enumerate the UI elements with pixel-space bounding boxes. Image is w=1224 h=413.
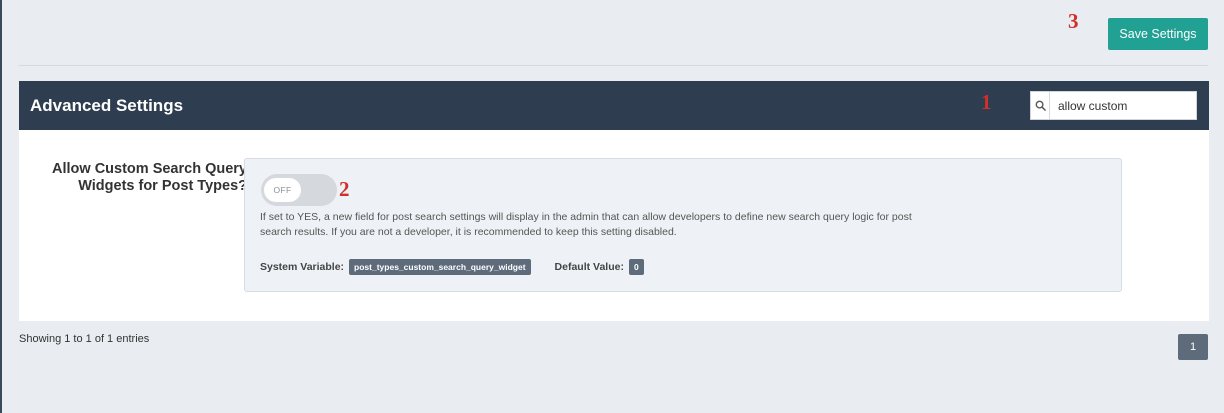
save-settings-button[interactable]: Save Settings: [1108, 18, 1208, 50]
annotation-marker-1: 1: [981, 90, 992, 114]
panel-title: Advanced Settings: [30, 96, 184, 115]
pagination-page-1[interactable]: 1: [1178, 334, 1208, 360]
allow-custom-search-toggle[interactable]: OFF: [261, 174, 337, 206]
search-input[interactable]: [1050, 93, 1196, 118]
system-variable-label: System Variable:: [260, 261, 345, 273]
default-value-label: Default Value:: [554, 261, 624, 273]
setting-meta: System Variable: post_types_custom_searc…: [260, 259, 644, 275]
annotation-marker-2: 2: [339, 177, 350, 201]
default-value-badge: 0: [628, 259, 644, 275]
setting-description: If set to YES, a new field for post sear…: [260, 211, 912, 238]
settings-search-box[interactable]: [1030, 91, 1197, 120]
panel-header: Advanced Settings 1: [19, 81, 1209, 130]
search-icon: [1031, 92, 1050, 119]
setting-box: OFF 2 If set to YES, a new field for pos…: [244, 158, 1122, 292]
annotation-marker-3: 3: [1068, 9, 1079, 33]
entries-info: Showing 1 to 1 of 1 entries: [19, 333, 150, 345]
system-variable-badge: post_types_custom_search_query_widget: [349, 259, 531, 275]
top-toolbar: 3 Save Settings: [0, 0, 1224, 66]
advanced-settings-panel: Advanced Settings 1 Allow Custom Search …: [19, 81, 1209, 321]
setting-label: Allow Custom Search Query Widgets for Po…: [52, 161, 247, 194]
toggle-knob: OFF: [264, 178, 301, 202]
divider: [18, 65, 1208, 66]
